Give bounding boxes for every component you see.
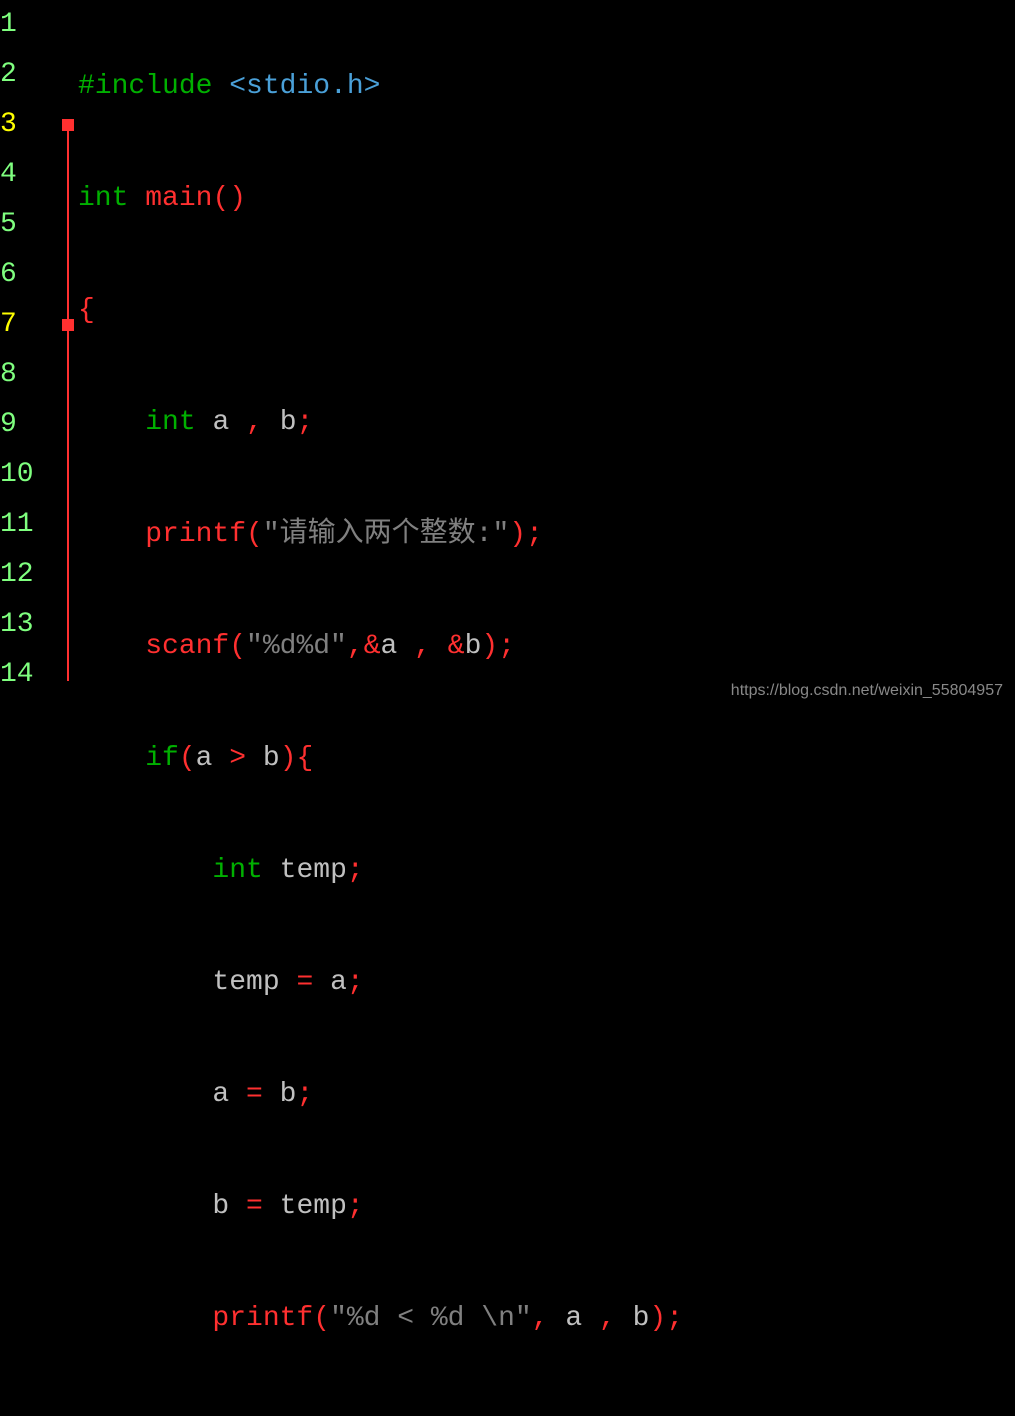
fold-marker-icon[interactable] [62, 119, 74, 131]
fold-marker-icon[interactable] [62, 319, 74, 331]
code-line: scanf("%d%d",&a , &b); [78, 622, 1015, 672]
line-number: 2 [0, 50, 52, 100]
line-number: 1 [0, 0, 52, 50]
line-number: 14 [0, 650, 52, 700]
watermark-text: https://blog.csdn.net/weixin_55804957 [731, 682, 1003, 700]
code-area[interactable]: #include <stdio.h> int main() { int a , … [78, 0, 1015, 708]
code-line: int main() [78, 174, 1015, 224]
line-number: 11 [0, 500, 52, 550]
line-number-gutter: 1 2 3 4 5 6 7 8 9 10 11 12 13 14 [0, 0, 60, 708]
line-number: 9 [0, 400, 52, 450]
code-editor[interactable]: 1 2 3 4 5 6 7 8 9 10 11 12 13 14 #includ… [0, 0, 1015, 708]
code-line: int a , b; [78, 398, 1015, 448]
fold-guide [67, 131, 69, 681]
line-number: 8 [0, 350, 52, 400]
code-line: #include <stdio.h> [78, 62, 1015, 112]
line-number: 12 [0, 550, 52, 600]
code-line: } [78, 1406, 1015, 1416]
line-number: 3 [0, 100, 52, 150]
code-line: printf("请输入两个整数:"); [78, 510, 1015, 560]
code-line: b = temp; [78, 1182, 1015, 1232]
line-number: 7 [0, 300, 52, 350]
code-line: printf("%d < %d \n", a , b); [78, 1294, 1015, 1344]
fold-column [60, 0, 78, 708]
line-number: 13 [0, 600, 52, 650]
code-line: a = b; [78, 1070, 1015, 1120]
line-number: 5 [0, 200, 52, 250]
code-line: temp = a; [78, 958, 1015, 1008]
line-number: 6 [0, 250, 52, 300]
code-line: int temp; [78, 846, 1015, 896]
code-line: { [78, 286, 1015, 336]
line-number: 4 [0, 150, 52, 200]
code-line: if(a > b){ [78, 734, 1015, 784]
line-number: 10 [0, 450, 52, 500]
